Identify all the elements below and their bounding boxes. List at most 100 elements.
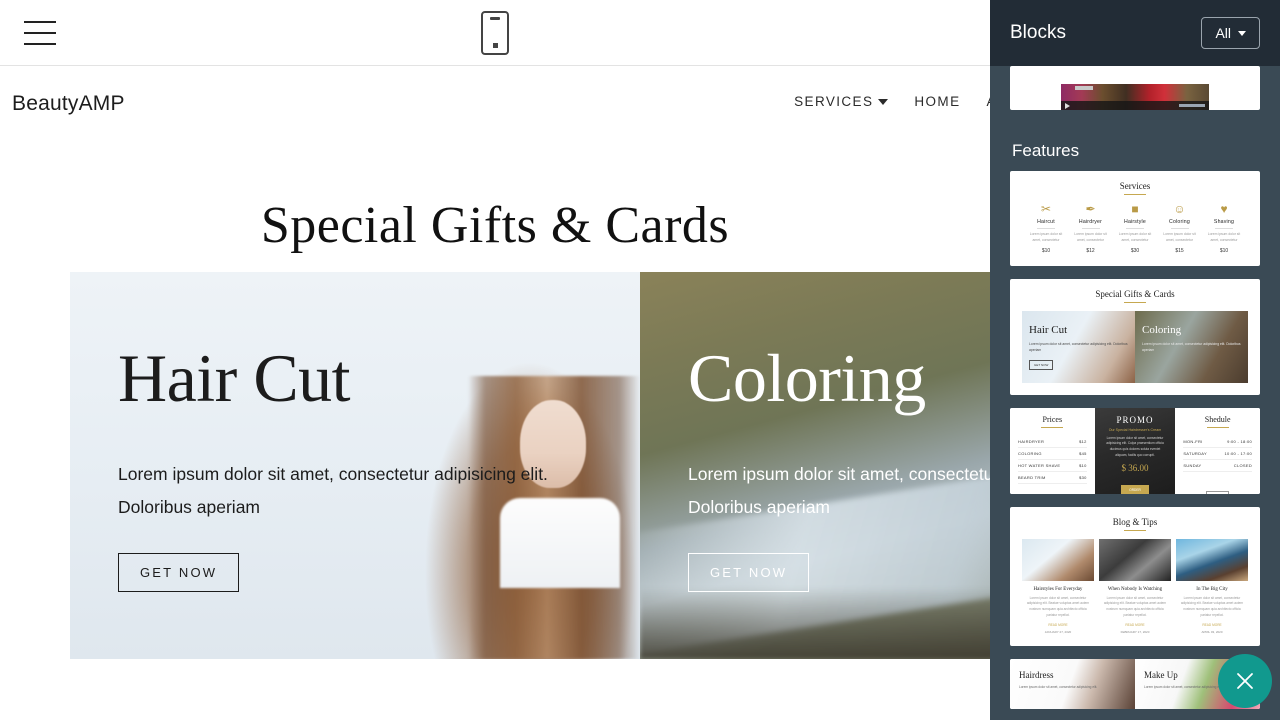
block-thumb-prices-promo-schedule[interactable]: Prices HAIRDRYER $12 COLORING $45 HOT WA… — [1010, 407, 1260, 494]
bag-icon: ■ — [1131, 202, 1139, 216]
blog-card-link: READ MORE — [1125, 622, 1145, 627]
block-thumb-blog-tips[interactable]: Blog & Tips Hairstyles For Everyday Lore… — [1010, 506, 1260, 646]
page-title: Special Gifts & Cards — [260, 197, 730, 254]
schedule-row: SUNDAY CLOSED — [1183, 460, 1253, 472]
mobile-device-icon[interactable] — [481, 11, 509, 55]
device-speaker — [490, 17, 500, 20]
hairdryer-icon: ✒ — [1085, 202, 1096, 216]
blog-thumb-rule — [1124, 529, 1146, 531]
blog-card-title: When Nobody Is Watching — [1107, 586, 1163, 592]
blog-card-date: APRIL 03, 2020 — [1201, 629, 1223, 634]
blog-card: When Nobody Is Watching Lorem ipsum dolo… — [1099, 538, 1171, 634]
block-thumb-services[interactable]: Services ✂ Haircut Lorem ipsum dolor sit… — [1010, 171, 1260, 266]
gifts-right-text: Lorem ipsum dolor sit amet, consectetur … — [1142, 341, 1241, 352]
price-value: $10 — [1079, 462, 1087, 468]
blog-thumb-body: Blog & Tips Hairstyles For Everyday Lore… — [1010, 507, 1260, 646]
service-name: Coloring — [1169, 219, 1190, 225]
hamburger-icon[interactable] — [24, 18, 56, 48]
nav-item-services[interactable]: SERVICES — [794, 94, 889, 109]
blog-thumb-title: Blog & Tips — [1112, 516, 1158, 527]
close-icon — [1237, 673, 1253, 689]
blog-card-image — [1099, 538, 1171, 581]
service-desc: Lorem ipsum dolor sit amet, consectetur — [1207, 232, 1241, 242]
blocks-panel: Blocks All Features Services ✂ Haircut L… — [990, 0, 1280, 720]
blog-card-date: JANUARY 27, 2020 — [1044, 629, 1072, 634]
haircut-title: Hair Cut — [118, 340, 351, 416]
service-desc: Lorem ipsum dolor sit amet, consectetur — [1163, 232, 1196, 242]
service-price: $10 — [1041, 247, 1051, 254]
prices-title: Prices — [1042, 414, 1063, 424]
price-row: HOT WATER SHAVE $10 — [1018, 460, 1087, 472]
service-name: Haircut — [1037, 219, 1055, 225]
block-thumb-video[interactable] — [1010, 66, 1260, 110]
price-name: BEARD TRIM — [1018, 474, 1046, 480]
blocks-panel-list[interactable]: Features Services ✂ Haircut Lorem ipsum … — [990, 66, 1280, 720]
blog-card-link: READ MORE — [1048, 622, 1068, 627]
price-value: $30 — [1079, 474, 1087, 480]
editor-root: BeautyAMP SERVICES HOME ABOUT Special Gi… — [0, 0, 1280, 720]
blog-card-title: Hairstyles For Everyday — [1033, 586, 1083, 592]
promo-title: PROMO — [1116, 414, 1154, 425]
heart-pin-icon: ♥ — [1220, 202, 1228, 216]
blocks-panel-title: Blocks — [1010, 22, 1066, 43]
haircut-content: Hair Cut Lorem ipsum dolor sit amet, con… — [70, 272, 640, 659]
schedule-time: 9:00 - 18:00 — [1227, 438, 1253, 444]
promo-subtitle: Our Special Hairdresser's Cream — [1108, 427, 1162, 432]
gifts-thumb-rule — [1124, 301, 1146, 303]
prices-button-wrap: MORE — [1018, 492, 1087, 494]
schedule-time: CLOSED — [1233, 462, 1253, 468]
gifts-thumb-title: Special Gifts & Cards — [1095, 288, 1175, 299]
schedule-book-button: BOOK — [1206, 490, 1230, 494]
schedule-button-wrap: BOOK — [1183, 484, 1252, 494]
haircut-text: Lorem ipsum dolor sit amet, consectetur … — [118, 464, 548, 518]
blog-card: Hairstyles For Everyday Lorem ipsum dolo… — [1022, 538, 1094, 634]
blocks-group-label: Features — [1012, 141, 1080, 160]
gift-card-coloring[interactable]: Coloring Lorem ipsum dolor sit amet, con… — [640, 272, 990, 659]
pps-prices-column: Prices HAIRDRYER $12 COLORING $45 HOT WA… — [1010, 407, 1095, 494]
blog-cards-row: Hairstyles For Everyday Lorem ipsum dolo… — [1022, 538, 1248, 634]
gifts-left-title: Hair Cut — [1029, 323, 1068, 336]
haircut-get-now-button[interactable]: GET NOW — [118, 552, 240, 592]
service-column: ✒ Hairdryer Lorem ipsum dolor sit amet, … — [1071, 203, 1111, 254]
site-navbar: BeautyAMP SERVICES HOME ABOUT — [0, 66, 990, 142]
service-name: Shaving — [1213, 219, 1235, 225]
blog-card-image — [1176, 538, 1248, 581]
gifts-right-title: Coloring — [1142, 323, 1182, 336]
site-brand[interactable]: BeautyAMP — [12, 92, 125, 116]
gift-card-haircut[interactable]: Hair Cut Lorem ipsum dolor sit amet, con… — [70, 272, 640, 659]
promo-text: Lorem ipsum dolor sit amet, consectetur … — [1106, 435, 1164, 457]
schedule-time: 10:00 - 17:00 — [1224, 450, 1253, 456]
promo-price: $ 36.00 — [1121, 462, 1149, 473]
block-thumb-special-gifts[interactable]: Special Gifts & Cards Hair Cut Lorem ips… — [1010, 278, 1260, 395]
schedule-row: MON-FRI 9:00 - 18:00 — [1183, 436, 1253, 448]
services-thumb-rule — [1124, 194, 1146, 195]
blog-card-text: Lorem ipsum dolor sit amet, consectetur … — [1103, 595, 1167, 617]
gifts-thumb-left: Hair Cut Lorem ipsum dolor sit amet, con… — [1022, 310, 1135, 383]
schedule-day: SUNDAY — [1183, 462, 1202, 468]
service-column: ✂ Haircut Lorem ipsum dolor sit amet, co… — [1026, 203, 1066, 254]
gifts-thumb-row: Hair Cut Lorem ipsum dolor sit amet, con… — [1022, 310, 1248, 383]
nav-item-home[interactable]: HOME — [914, 94, 960, 109]
blocks-filter-dropdown[interactable]: All — [1201, 17, 1260, 49]
coloring-get-now-button[interactable]: GET NOW — [688, 552, 810, 592]
service-desc: Lorem ipsum dolor sit amet, consectetur — [1029, 232, 1063, 242]
close-panel-fab[interactable] — [1218, 654, 1272, 708]
services-thumb-title: Services — [1119, 181, 1151, 191]
pps-promo-column: PROMO Our Special Hairdresser's Cream Lo… — [1094, 407, 1176, 494]
service-column: ☺ Coloring Lorem ipsum dolor sit amet, c… — [1160, 203, 1200, 254]
blog-card-text: Lorem ipsum dolor sit amet, consectetur … — [1180, 595, 1244, 617]
blog-card-image — [1022, 538, 1094, 581]
chevron-down-icon — [1238, 30, 1246, 36]
pps-schedule-column: Shedule MON-FRI 9:00 - 18:00 SATURDAY 10… — [1175, 407, 1260, 494]
service-divider — [1037, 228, 1055, 229]
price-row: COLORING $45 — [1018, 448, 1087, 460]
gifts-left-text: Lorem ipsum dolor sit amet, consectetur … — [1029, 341, 1128, 352]
nav-item-services-label: SERVICES — [794, 94, 874, 109]
service-price: $12 — [1086, 247, 1095, 254]
price-row: HAIRDRYER $12 — [1018, 436, 1087, 448]
blocks-panel-header: Blocks All — [990, 0, 1280, 66]
editor-toolbar — [0, 0, 990, 66]
site-preview-canvas: BeautyAMP SERVICES HOME ABOUT Special Gi… — [0, 66, 990, 720]
site-nav-links: SERVICES HOME ABOUT — [794, 94, 990, 109]
service-price: $10 — [1219, 247, 1229, 254]
